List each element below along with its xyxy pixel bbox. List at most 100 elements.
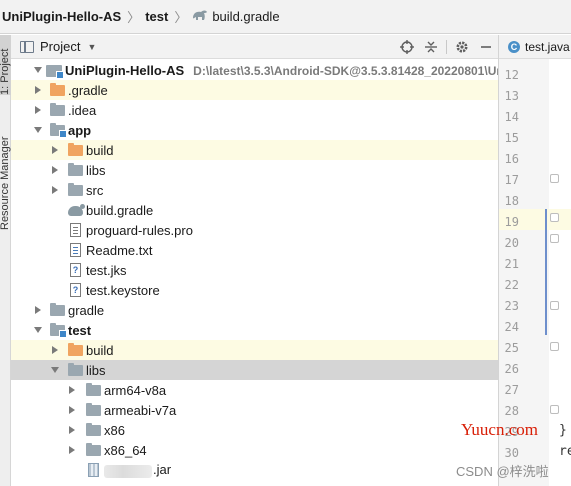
tree-item-label: libs: [86, 162, 106, 178]
collapsed-arrow-icon[interactable]: [50, 165, 60, 175]
line-number: 27: [504, 383, 519, 397]
line-number: 22: [504, 278, 519, 292]
tree-row[interactable]: libs: [11, 160, 498, 180]
tree-row[interactable]: build: [11, 140, 498, 160]
breadcrumb-file[interactable]: build.gradle: [212, 9, 279, 24]
line-number: 30: [504, 446, 519, 460]
tree-row[interactable]: x86: [11, 420, 498, 440]
tree-row[interactable]: arm64-v8a: [11, 380, 498, 400]
tree-row[interactable]: app: [11, 120, 498, 140]
expanded-arrow-icon[interactable]: [33, 125, 43, 135]
folder-icon: [86, 383, 102, 397]
collapsed-arrow-icon[interactable]: [50, 345, 60, 355]
line-number: 15: [504, 131, 519, 145]
tree-row-selected[interactable]: libs: [11, 360, 498, 380]
breadcrumb-project[interactable]: UniPlugin-Hello-AS: [2, 9, 121, 24]
code-line[interactable]: }: [559, 423, 567, 438]
tree-item-label: Readme.txt: [86, 242, 153, 258]
expanded-arrow-icon[interactable]: [33, 325, 43, 335]
module-folder-icon: [50, 323, 67, 338]
code-editor: C test.java 12 13 14 15 16 17 18 19 20 2…: [499, 35, 571, 486]
vcs-change-marker[interactable]: [545, 209, 547, 335]
tree-item-label: build.gradle: [86, 202, 154, 218]
breadcrumb-separator: 〉: [174, 10, 188, 25]
tree-item-label: build: [86, 342, 114, 358]
folder-icon: [86, 443, 102, 457]
tree-item-label: src: [86, 182, 104, 198]
resource-manager-tool-tab[interactable]: Resource Manager: [0, 130, 11, 230]
folder-icon: [86, 423, 102, 437]
pro-file-icon: [70, 223, 86, 237]
fold-marker-icon[interactable]: [550, 174, 559, 183]
collapsed-arrow-icon[interactable]: [67, 405, 77, 415]
project-folder-icon: [46, 63, 64, 79]
unknown-file-icon: ?: [70, 263, 86, 277]
tree-row[interactable]: build: [11, 340, 498, 360]
collapsed-arrow-icon[interactable]: [33, 305, 43, 315]
expanded-arrow-icon[interactable]: [33, 65, 43, 75]
tree-item-label: test: [68, 322, 92, 338]
fold-marker-icon[interactable]: [550, 213, 559, 222]
tree-item-label: UniPlugin-Hello-AS D:\latest\3.5.3\Androi…: [65, 63, 498, 78]
tree-row[interactable]: Readme.txt: [11, 240, 498, 260]
folder-icon: [68, 163, 84, 177]
tree-item-label: libs: [86, 362, 106, 378]
line-number: 13: [504, 89, 519, 103]
project-tool-tab[interactable]: 1: Project: [0, 35, 11, 95]
tree-item-label: .jar: [104, 462, 171, 478]
tree-row[interactable]: proguard-rules.pro: [11, 220, 498, 240]
code-line[interactable]: re: [559, 444, 571, 459]
tree-row[interactable]: .jar: [11, 460, 498, 480]
tree-row[interactable]: .gradle: [11, 80, 498, 100]
project-tree: UniPlugin-Hello-AS D:\latest\3.5.3\Androi…: [11, 60, 498, 486]
collapsed-arrow-icon[interactable]: [67, 425, 77, 435]
java-class-icon: C: [508, 40, 520, 53]
folder-icon: [50, 303, 66, 317]
collapsed-arrow-icon[interactable]: [50, 185, 60, 195]
gear-icon[interactable]: [450, 35, 474, 59]
tree-item-label: x86_64: [104, 442, 147, 458]
line-number: 20: [504, 236, 519, 250]
tree-item-label: gradle: [68, 302, 105, 318]
tree-row-root[interactable]: UniPlugin-Hello-AS D:\latest\3.5.3\Androi…: [11, 60, 498, 80]
project-view-icon: [20, 40, 34, 53]
breadcrumb-module[interactable]: test: [145, 9, 168, 24]
collapsed-arrow-icon[interactable]: [33, 105, 43, 115]
collapsed-arrow-icon[interactable]: [67, 385, 77, 395]
tree-item-label: test.keystore: [86, 282, 160, 298]
tree-item-label: build: [86, 142, 114, 158]
tree-row[interactable]: ? test.keystore: [11, 280, 498, 300]
fold-marker-icon[interactable]: [550, 234, 559, 243]
minimize-icon[interactable]: [474, 35, 498, 59]
line-number: 23: [504, 299, 519, 313]
tree-row[interactable]: x86_64: [11, 440, 498, 460]
project-view-selector[interactable]: Project ▼: [20, 39, 96, 54]
tree-row[interactable]: src: [11, 180, 498, 200]
tree-row[interactable]: ? test.jks: [11, 260, 498, 280]
tree-row[interactable]: armeabi-v7a: [11, 400, 498, 420]
line-number: 24: [504, 320, 519, 334]
tree-row[interactable]: build.gradle: [11, 200, 498, 220]
gradle-icon: [192, 9, 208, 24]
crosshair-icon[interactable]: [395, 35, 419, 59]
collapsed-arrow-icon[interactable]: [67, 445, 77, 455]
tree-row[interactable]: .idea: [11, 100, 498, 120]
tree-row[interactable]: gradle: [11, 300, 498, 320]
tree-item-label: .idea: [68, 102, 97, 118]
collapsed-arrow-icon[interactable]: [50, 145, 60, 155]
obscured-filename: [104, 464, 152, 478]
fold-marker-icon[interactable]: [550, 405, 559, 414]
line-number: 14: [504, 110, 519, 124]
expanded-arrow-icon[interactable]: [50, 365, 60, 375]
collapse-icon[interactable]: [419, 35, 443, 59]
fold-marker-icon[interactable]: [550, 301, 559, 310]
tree-row[interactable]: test: [11, 320, 498, 340]
left-tool-strip: [0, 35, 11, 486]
line-number: 19: [504, 215, 519, 229]
collapsed-arrow-icon[interactable]: [33, 85, 43, 95]
fold-marker-icon[interactable]: [550, 342, 559, 351]
editor-tab-label: test.java: [525, 39, 570, 54]
project-path: D:\latest\3.5.3\Android-SDK@3.5.3.81428_…: [193, 63, 498, 78]
panel-actions: [395, 35, 498, 59]
editor-tab[interactable]: C test.java: [499, 35, 571, 59]
